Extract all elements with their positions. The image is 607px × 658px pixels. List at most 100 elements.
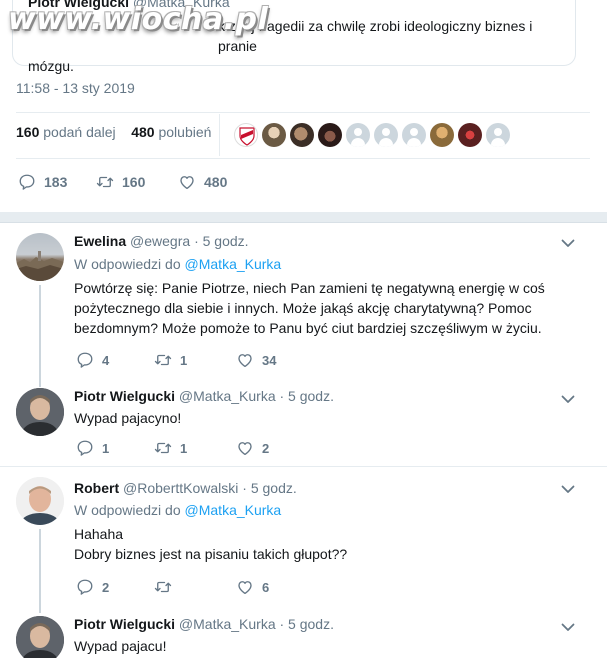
reply-author-handle[interactable]: @Matka_Kurka bbox=[179, 388, 276, 404]
reply-text: Powtórzę się: Panie Piotrze, niech Pan z… bbox=[74, 278, 594, 338]
thread-line bbox=[39, 529, 41, 613]
liker-avatar[interactable] bbox=[346, 123, 370, 147]
heart-icon bbox=[236, 578, 254, 596]
reply-to-line: W odpowiedzi do @Matka_Kurka bbox=[74, 502, 281, 518]
reply-author-handle[interactable]: @RoberttKowalski bbox=[123, 480, 238, 496]
reply-icon bbox=[18, 173, 36, 191]
reply-action[interactable]: 4 bbox=[76, 351, 109, 369]
reply-author-handle[interactable]: @ewegra bbox=[130, 233, 190, 249]
liker-avatar[interactable] bbox=[402, 123, 426, 147]
reply-tweet[interactable]: Piotr Wielgucki @Matka_Kurka · 5 godz. W… bbox=[0, 607, 607, 658]
stats-separator bbox=[219, 114, 220, 156]
site-watermark: www.wiocha.pl bbox=[8, 2, 269, 37]
reply-time[interactable]: · 5 godz. bbox=[194, 233, 248, 249]
reply-icon bbox=[76, 351, 94, 369]
like-count: 2 bbox=[262, 440, 270, 456]
avatar[interactable] bbox=[16, 388, 64, 436]
retweet-icon bbox=[154, 439, 172, 457]
reply-tweet[interactable]: Piotr Wielgucki @Matka_Kurka · 5 godz. W… bbox=[0, 383, 607, 463]
like-action[interactable]: 480 bbox=[178, 173, 227, 191]
reply-author-name[interactable]: Piotr Wielgucki bbox=[74, 616, 175, 632]
reply-text-line: Wypad pajacyno! bbox=[74, 410, 182, 426]
reply-text-line: Hahaha bbox=[74, 526, 124, 542]
chevron-down-icon[interactable] bbox=[560, 619, 576, 635]
reply-time[interactable]: · 5 godz. bbox=[242, 480, 296, 496]
reply-header: Piotr Wielgucki @Matka_Kurka · 5 godz. bbox=[74, 388, 334, 404]
liker-avatar[interactable] bbox=[262, 123, 286, 147]
reply-to-prefix: W odpowiedzi do bbox=[74, 256, 181, 272]
reply-author-name[interactable]: Robert bbox=[74, 480, 119, 496]
reply-text: Wypad pajacu! bbox=[74, 636, 564, 656]
reply-action[interactable]: 183 bbox=[18, 173, 67, 191]
reply-tweet[interactable]: Robert @RoberttKowalski · 5 godz. W odpo… bbox=[0, 467, 607, 613]
retweet-action[interactable] bbox=[154, 578, 172, 596]
avatar[interactable] bbox=[16, 233, 64, 281]
reply-tweet[interactable]: Ewelina @ewegra · 5 godz. W odpowiedzi d… bbox=[0, 223, 607, 387]
reply-icon bbox=[76, 578, 94, 596]
reply-text-line: Wypad pajacu! bbox=[74, 638, 167, 654]
reply-icon bbox=[76, 439, 94, 457]
reply-to-line: W odpowiedzi do @Matka_Kurka bbox=[74, 256, 281, 272]
like-count: 34 bbox=[262, 352, 277, 368]
reply-header: Robert @RoberttKowalski · 5 godz. bbox=[74, 480, 297, 496]
retweet-action[interactable]: 1 bbox=[154, 351, 187, 369]
section-divider bbox=[0, 212, 607, 222]
like-action[interactable]: 6 bbox=[236, 578, 269, 596]
liker-avatar[interactable] bbox=[234, 123, 258, 147]
reply-count: 183 bbox=[44, 174, 68, 190]
divider bbox=[16, 112, 590, 113]
reply-count: 1 bbox=[102, 440, 110, 456]
chevron-down-icon[interactable] bbox=[560, 481, 576, 497]
retweets-stat-label: podań dalej bbox=[43, 124, 116, 140]
reply-count: 4 bbox=[102, 352, 110, 368]
reply-to-mention[interactable]: @Matka_Kurka bbox=[185, 256, 282, 272]
retweet-action[interactable]: 160 bbox=[96, 173, 145, 191]
reply-count: 2 bbox=[102, 579, 110, 595]
retweet-icon bbox=[154, 351, 172, 369]
reply-author-handle[interactable]: @Matka_Kurka bbox=[179, 616, 276, 632]
retweet-action[interactable]: 1 bbox=[154, 439, 187, 457]
reply-header: Ewelina @ewegra · 5 godz. bbox=[74, 233, 249, 249]
liker-avatar[interactable] bbox=[486, 123, 510, 147]
likes-stat[interactable]: 480 polubień bbox=[131, 124, 211, 140]
avatar[interactable] bbox=[16, 616, 64, 658]
liker-avatar[interactable] bbox=[318, 123, 342, 147]
reply-to-prefix: W odpowiedzi do bbox=[74, 502, 181, 518]
heart-icon bbox=[236, 351, 254, 369]
heart-icon bbox=[236, 439, 254, 457]
reply-time[interactable]: · 5 godz. bbox=[280, 616, 334, 632]
likes-stat-label: polubień bbox=[158, 124, 212, 140]
reply-time[interactable]: · 5 godz. bbox=[280, 388, 334, 404]
retweet-icon bbox=[96, 173, 114, 191]
reply-text: Hahaha Dobry biznes jest na pisaniu taki… bbox=[74, 524, 564, 564]
reply-text-line: Dobry biznes jest na pisaniu takich głup… bbox=[74, 546, 348, 562]
reply-to-mention[interactable]: @Matka_Kurka bbox=[185, 502, 282, 518]
like-action[interactable]: 2 bbox=[236, 439, 269, 457]
reply-author-name[interactable]: Piotr Wielgucki bbox=[74, 388, 175, 404]
liker-avatar[interactable] bbox=[430, 123, 454, 147]
reply-action[interactable]: 2 bbox=[76, 578, 109, 596]
avatar[interactable] bbox=[16, 477, 64, 525]
reply-author-name[interactable]: Ewelina bbox=[74, 233, 126, 249]
reply-action[interactable]: 1 bbox=[76, 439, 109, 457]
like-count: 6 bbox=[262, 579, 270, 595]
like-action[interactable]: 34 bbox=[236, 351, 276, 369]
liker-avatar[interactable] bbox=[374, 123, 398, 147]
reply-header: Piotr Wielgucki @Matka_Kurka · 5 godz. bbox=[74, 616, 334, 632]
quoted-text-line: mózgu. bbox=[28, 58, 74, 74]
likes-stat-count: 480 bbox=[131, 124, 155, 140]
liker-avatar[interactable] bbox=[458, 123, 482, 147]
retweet-count: 1 bbox=[180, 440, 188, 456]
reply-text-line: bezdomnym? Może pomoże to Panu być ciut … bbox=[74, 320, 542, 336]
retweet-icon bbox=[154, 578, 172, 596]
divider bbox=[16, 158, 590, 159]
reply-text-line: Powtórzę się: Panie Piotrze, niech Pan z… bbox=[74, 280, 545, 296]
liker-avatar[interactable] bbox=[290, 123, 314, 147]
retweets-stat[interactable]: 160 podań dalej bbox=[16, 124, 116, 140]
reply-text-line: pożytecznego dla siebie i innych. Może j… bbox=[74, 300, 532, 316]
chevron-down-icon[interactable] bbox=[560, 235, 576, 251]
reply-text: Wypad pajacyno! bbox=[74, 408, 564, 428]
tweet-timestamp[interactable]: 11:58 - 13 sty 2019 bbox=[16, 80, 135, 96]
retweet-count: 160 bbox=[122, 174, 146, 190]
chevron-down-icon[interactable] bbox=[560, 391, 576, 407]
